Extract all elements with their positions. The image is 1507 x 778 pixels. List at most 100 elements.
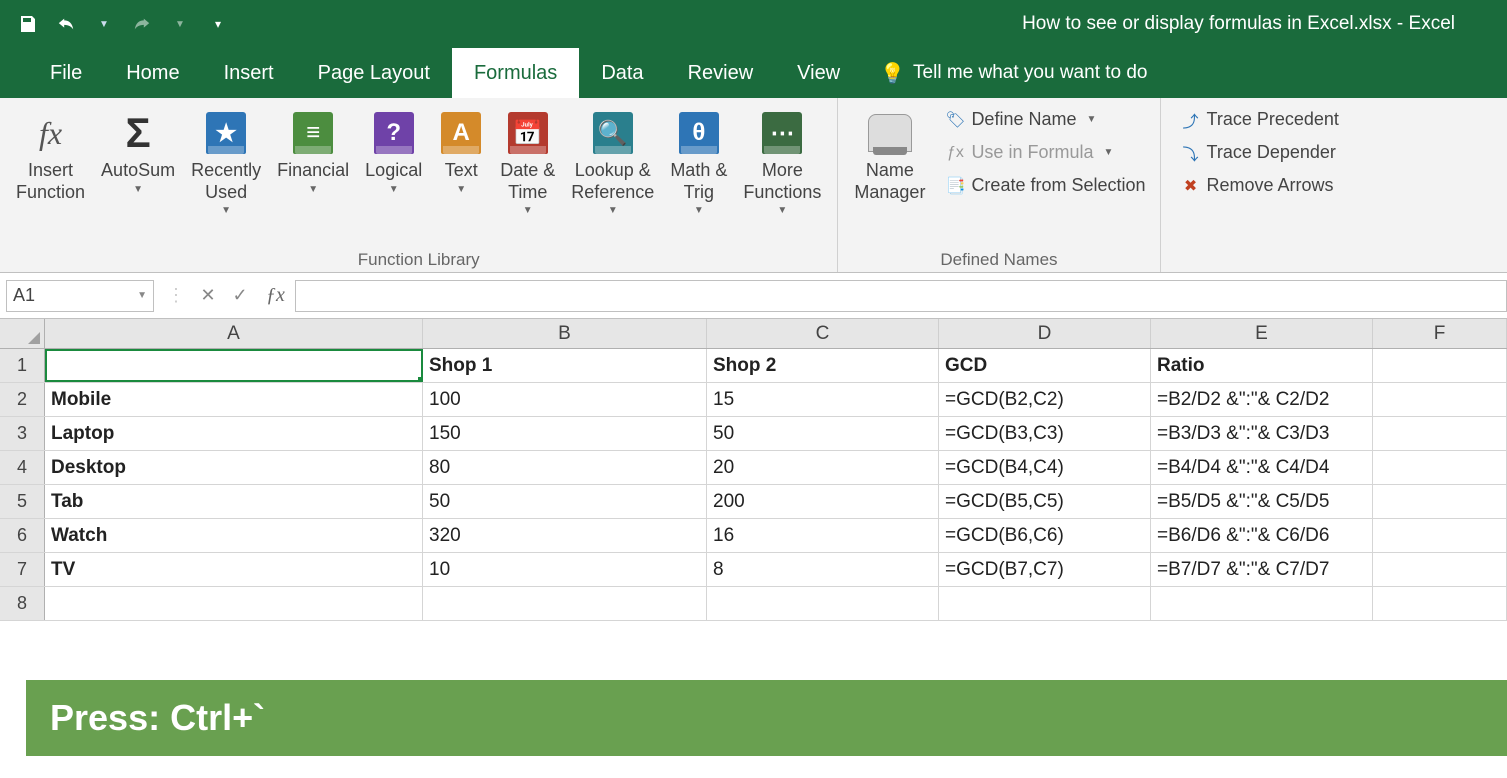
lookup-reference-button[interactable]: 🔍 Lookup & Reference ▼: [563, 106, 662, 220]
chevron-down-icon[interactable]: ▼: [137, 290, 147, 301]
tab-insert[interactable]: Insert: [202, 48, 296, 98]
tab-data[interactable]: Data: [579, 48, 665, 98]
cell[interactable]: Shop 2: [707, 349, 939, 382]
cell[interactable]: 8: [707, 553, 939, 586]
col-header-D[interactable]: D: [939, 319, 1151, 348]
cell[interactable]: [45, 349, 423, 382]
name-box[interactable]: ▼: [6, 280, 154, 312]
cell[interactable]: =B6/D6 &":"& C6/D6: [1151, 519, 1373, 552]
cell[interactable]: TV: [45, 553, 423, 586]
cell[interactable]: Mobile: [45, 383, 423, 416]
cell[interactable]: =GCD(B2,C2): [939, 383, 1151, 416]
cell[interactable]: =GCD(B5,C5): [939, 485, 1151, 518]
cell[interactable]: =GCD(B6,C6): [939, 519, 1151, 552]
date-time-button[interactable]: 📅 Date & Time ▼: [492, 106, 563, 220]
cell[interactable]: [423, 587, 707, 620]
tab-review[interactable]: Review: [666, 48, 776, 98]
financial-button[interactable]: ≡ Financial ▼: [269, 106, 357, 199]
row-header[interactable]: 4: [0, 451, 45, 484]
cell[interactable]: GCD: [939, 349, 1151, 382]
cell[interactable]: Laptop: [45, 417, 423, 450]
cell[interactable]: [1373, 417, 1507, 450]
cell[interactable]: 50: [707, 417, 939, 450]
cell[interactable]: 16: [707, 519, 939, 552]
text-button[interactable]: A Text ▼: [430, 106, 492, 199]
row-header[interactable]: 2: [0, 383, 45, 416]
row-header[interactable]: 8: [0, 587, 45, 620]
cell[interactable]: 20: [707, 451, 939, 484]
redo-dropdown-icon[interactable]: ▼: [164, 8, 196, 40]
cell[interactable]: Tab: [45, 485, 423, 518]
col-header-A[interactable]: A: [45, 319, 423, 348]
cell[interactable]: Ratio: [1151, 349, 1373, 382]
create-from-selection-button[interactable]: 📑 Create from Selection: [939, 172, 1151, 199]
cell[interactable]: 200: [707, 485, 939, 518]
cell[interactable]: [1373, 587, 1507, 620]
cell[interactable]: =B4/D4 &":"& C4/D4: [1151, 451, 1373, 484]
autosum-button[interactable]: Σ AutoSum ▼: [93, 106, 183, 199]
cell[interactable]: 10: [423, 553, 707, 586]
row-header[interactable]: 6: [0, 519, 45, 552]
more-functions-button[interactable]: ⋯ More Functions ▼: [735, 106, 829, 220]
tab-home[interactable]: Home: [104, 48, 201, 98]
enter-formula-button[interactable]: ✓: [224, 280, 256, 312]
remove-arrows-button[interactable]: ✖ Remove Arrows: [1175, 172, 1345, 199]
cell[interactable]: 320: [423, 519, 707, 552]
cell[interactable]: [1373, 485, 1507, 518]
undo-icon[interactable]: [50, 8, 82, 40]
tab-formulas[interactable]: Formulas: [452, 48, 579, 98]
insert-function-button[interactable]: fx Insert Function: [8, 106, 93, 207]
cell[interactable]: =B2/D2 &":"& C2/D2: [1151, 383, 1373, 416]
tab-file[interactable]: File: [28, 48, 104, 98]
cell[interactable]: 80: [423, 451, 707, 484]
col-header-C[interactable]: C: [707, 319, 939, 348]
cell[interactable]: 15: [707, 383, 939, 416]
row-header[interactable]: 7: [0, 553, 45, 586]
cell[interactable]: 150: [423, 417, 707, 450]
redo-icon[interactable]: [126, 8, 158, 40]
row-header[interactable]: 1: [0, 349, 45, 382]
select-all-corner[interactable]: [0, 319, 45, 348]
tab-page-layout[interactable]: Page Layout: [296, 48, 452, 98]
cell[interactable]: [1373, 519, 1507, 552]
trace-precedents-button[interactable]: ⤴ Trace Precedent: [1175, 106, 1345, 133]
cell[interactable]: =GCD(B3,C3): [939, 417, 1151, 450]
formula-input[interactable]: [295, 280, 1507, 312]
cell[interactable]: [1373, 349, 1507, 382]
col-header-B[interactable]: B: [423, 319, 707, 348]
define-name-button[interactable]: 🏷 Define Name ▼: [939, 106, 1151, 133]
cell[interactable]: [707, 587, 939, 620]
cell[interactable]: 100: [423, 383, 707, 416]
cell[interactable]: [939, 587, 1151, 620]
recently-used-button[interactable]: ★ Recently Used ▼: [183, 106, 269, 220]
col-header-F[interactable]: F: [1373, 319, 1507, 348]
col-header-E[interactable]: E: [1151, 319, 1373, 348]
cell[interactable]: [1373, 383, 1507, 416]
tell-me-search[interactable]: 💡 Tell me what you want to do: [880, 48, 1147, 98]
row-header[interactable]: 3: [0, 417, 45, 450]
cell[interactable]: =B3/D3 &":"& C3/D3: [1151, 417, 1373, 450]
qat-customize-icon[interactable]: ▾: [202, 8, 234, 40]
undo-dropdown-icon[interactable]: ▼: [88, 8, 120, 40]
trace-dependents-button[interactable]: ⤵ Trace Depender: [1175, 139, 1345, 166]
cell[interactable]: =B7/D7 &":"& C7/D7: [1151, 553, 1373, 586]
cell[interactable]: Shop 1: [423, 349, 707, 382]
use-in-formula-button[interactable]: ƒx Use in Formula ▼: [939, 139, 1151, 166]
cell[interactable]: Desktop: [45, 451, 423, 484]
save-icon[interactable]: [12, 8, 44, 40]
cell[interactable]: [1373, 553, 1507, 586]
cell[interactable]: =GCD(B4,C4): [939, 451, 1151, 484]
cell[interactable]: =GCD(B7,C7): [939, 553, 1151, 586]
cell[interactable]: =B5/D5 &":"& C5/D5: [1151, 485, 1373, 518]
logical-button[interactable]: ? Logical ▼: [357, 106, 430, 199]
cell[interactable]: [1151, 587, 1373, 620]
cell[interactable]: [1373, 451, 1507, 484]
cancel-formula-button[interactable]: ✕: [192, 280, 224, 312]
cell[interactable]: [45, 587, 423, 620]
row-header[interactable]: 5: [0, 485, 45, 518]
cell[interactable]: 50: [423, 485, 707, 518]
fx-icon[interactable]: ƒx: [266, 284, 285, 307]
name-manager-button[interactable]: Name Manager: [846, 106, 933, 207]
name-box-input[interactable]: [13, 285, 137, 306]
tab-view[interactable]: View: [775, 48, 862, 98]
